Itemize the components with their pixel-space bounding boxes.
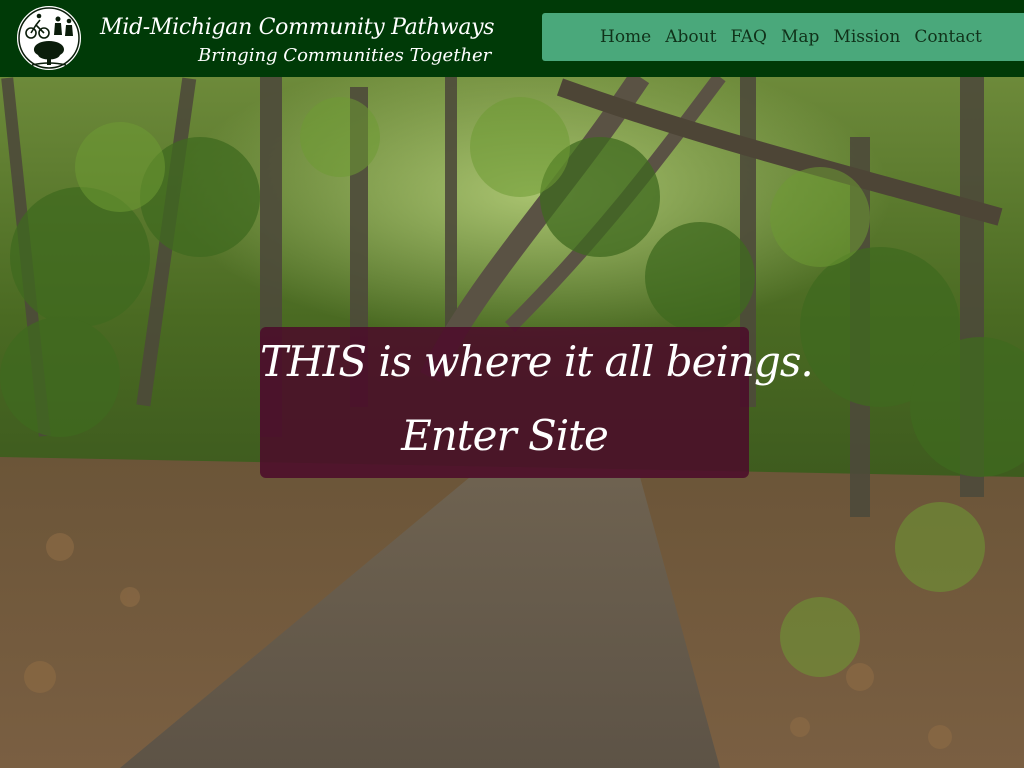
site-title: Mid-Michigan Community Pathways	[100, 15, 495, 40]
enter-site-link[interactable]: Enter Site	[260, 411, 749, 460]
page: Mid-Michigan Community Pathways Bringing…	[0, 0, 1024, 768]
pathways-logo-icon[interactable]	[14, 3, 84, 73]
nav-mission-link[interactable]: Mission	[833, 27, 900, 47]
welcome-banner: THIS is where it all beings. Enter Site	[260, 327, 814, 478]
welcome-heading: THIS is where it all beings.	[260, 337, 814, 386]
nav-map-link[interactable]: Map	[781, 27, 819, 47]
nav-contact-link[interactable]: Contact	[914, 27, 982, 47]
nav-faq-link[interactable]: FAQ	[730, 27, 767, 47]
nav-home-link[interactable]: Home	[600, 27, 651, 47]
main-nav: Home About FAQ Map Mission Contact	[542, 13, 1024, 61]
site-header: Mid-Michigan Community Pathways Bringing…	[0, 0, 1024, 77]
site-tagline: Bringing Communities Together	[198, 45, 492, 66]
nav-about-link[interactable]: About	[665, 27, 716, 47]
hero-section: THIS is where it all beings. Enter Site	[0, 77, 1024, 768]
